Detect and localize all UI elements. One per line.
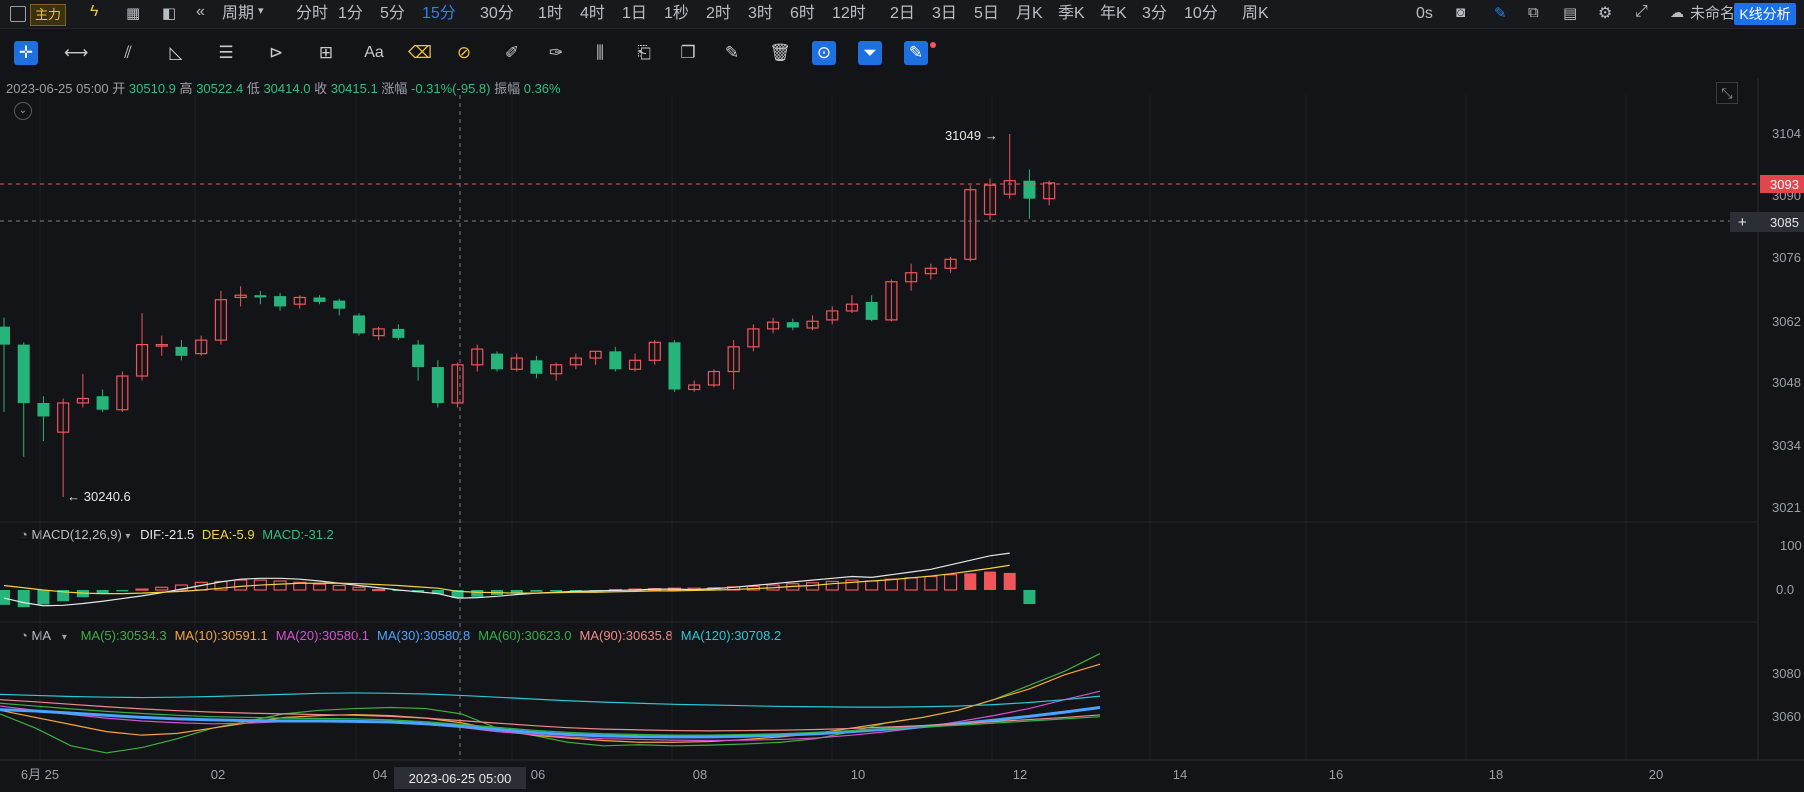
macd-bar (155, 586, 169, 591)
chart-canvas[interactable]: 31049 →← 30240.6 31043090307630623048303… (0, 0, 1804, 792)
candle-body (392, 328, 405, 338)
macd-bar (530, 590, 543, 592)
candle-body (274, 296, 287, 307)
ma-tick-label: 3060 (1772, 709, 1801, 724)
time-tick-label: 18 (1489, 767, 1503, 782)
candle-body (313, 297, 326, 302)
candle-body (865, 301, 878, 320)
candle-body (254, 295, 267, 298)
ma-tick-label: 3080 (1772, 666, 1801, 681)
time-tick-label: 16 (1329, 767, 1343, 782)
candle-body (786, 322, 799, 328)
ma-line-1 (0, 663, 1101, 743)
time-tick-label: 20 (1649, 767, 1663, 782)
candle-body (0, 326, 10, 345)
candle-body (431, 367, 444, 403)
macd-bar (332, 584, 346, 591)
macd-bar (1023, 590, 1036, 605)
macd-bar (135, 588, 149, 591)
candle-body (17, 344, 30, 403)
macd-bar (924, 575, 938, 591)
macd-bar (471, 590, 484, 597)
macd-tick-label: 0.0 (1776, 582, 1794, 597)
macd-bar (273, 580, 287, 591)
macd-dea-line (3, 564, 1010, 595)
macd-bar (116, 590, 129, 592)
candle-body (352, 315, 365, 334)
price-tick-label: 3048 (1772, 375, 1801, 390)
candles-layer: 31049 → ← 30240.6 (0, 95, 1758, 760)
time-tick-label: 08 (693, 767, 707, 782)
macd-bar (865, 580, 879, 591)
candle-body (530, 360, 543, 374)
time-tick-label: 02 (211, 767, 225, 782)
macd-bar (1003, 572, 1016, 590)
price-tick-label: 3021 (1772, 500, 1801, 515)
candle-body (491, 353, 503, 370)
macd-bar (805, 582, 820, 591)
candle-body (333, 300, 346, 309)
time-tick-label: 12 (1013, 767, 1027, 782)
macd-bar (904, 577, 918, 591)
ma-line-0 (0, 653, 1101, 754)
price-tick-label: 3062 (1772, 314, 1801, 329)
macd-bar (352, 586, 366, 591)
time-tick-label: 04 (373, 767, 387, 782)
macd-bar (884, 578, 899, 591)
current-price-text: 3093 (1770, 177, 1799, 192)
candle-body (1023, 180, 1036, 199)
candle-body (175, 346, 188, 356)
ma-line-6 (0, 692, 1101, 708)
candle-body (412, 344, 425, 368)
macd-bar (964, 573, 977, 590)
macd-bar (17, 590, 30, 608)
price-tick-label: 3076 (1772, 250, 1801, 265)
macd-bar (943, 574, 958, 591)
price-tick-label: 3104 (1772, 126, 1801, 141)
macd-bar (372, 588, 386, 592)
time-tick-label: 6月 25 (21, 767, 59, 782)
candle-body (96, 396, 109, 410)
macd-bar (234, 579, 248, 591)
low-marker-label: ← 30240.6 (67, 489, 131, 504)
crosshair-plus-icon: + (1738, 214, 1747, 231)
macd-bar (984, 571, 996, 590)
macd-bar (0, 590, 10, 605)
macd-layer (0, 552, 1036, 608)
macd-bar (312, 583, 327, 591)
crosshair-price-text: 3085 (1770, 215, 1799, 230)
candle-body (609, 351, 622, 370)
candle-body (668, 342, 681, 390)
macd-bar (550, 590, 563, 592)
time-tick-label: 10 (851, 767, 865, 782)
high-marker-label: 31049 → (945, 128, 998, 143)
macd-bar (37, 590, 50, 605)
axes-layer: 31043090307630623048303430213093+ 3085100… (21, 126, 1804, 789)
macd-dif-line (3, 552, 1010, 607)
time-tick-label: 14 (1173, 767, 1187, 782)
time-tick-label: 06 (531, 767, 545, 782)
crosshair-time-text: 2023-06-25 05:00 (409, 771, 512, 786)
macd-tick-label: 100 (1780, 538, 1802, 553)
candle-body (37, 402, 50, 417)
ma-layer (0, 653, 1101, 754)
chart-grid (0, 78, 1804, 761)
price-tick-label: 3034 (1772, 438, 1801, 453)
